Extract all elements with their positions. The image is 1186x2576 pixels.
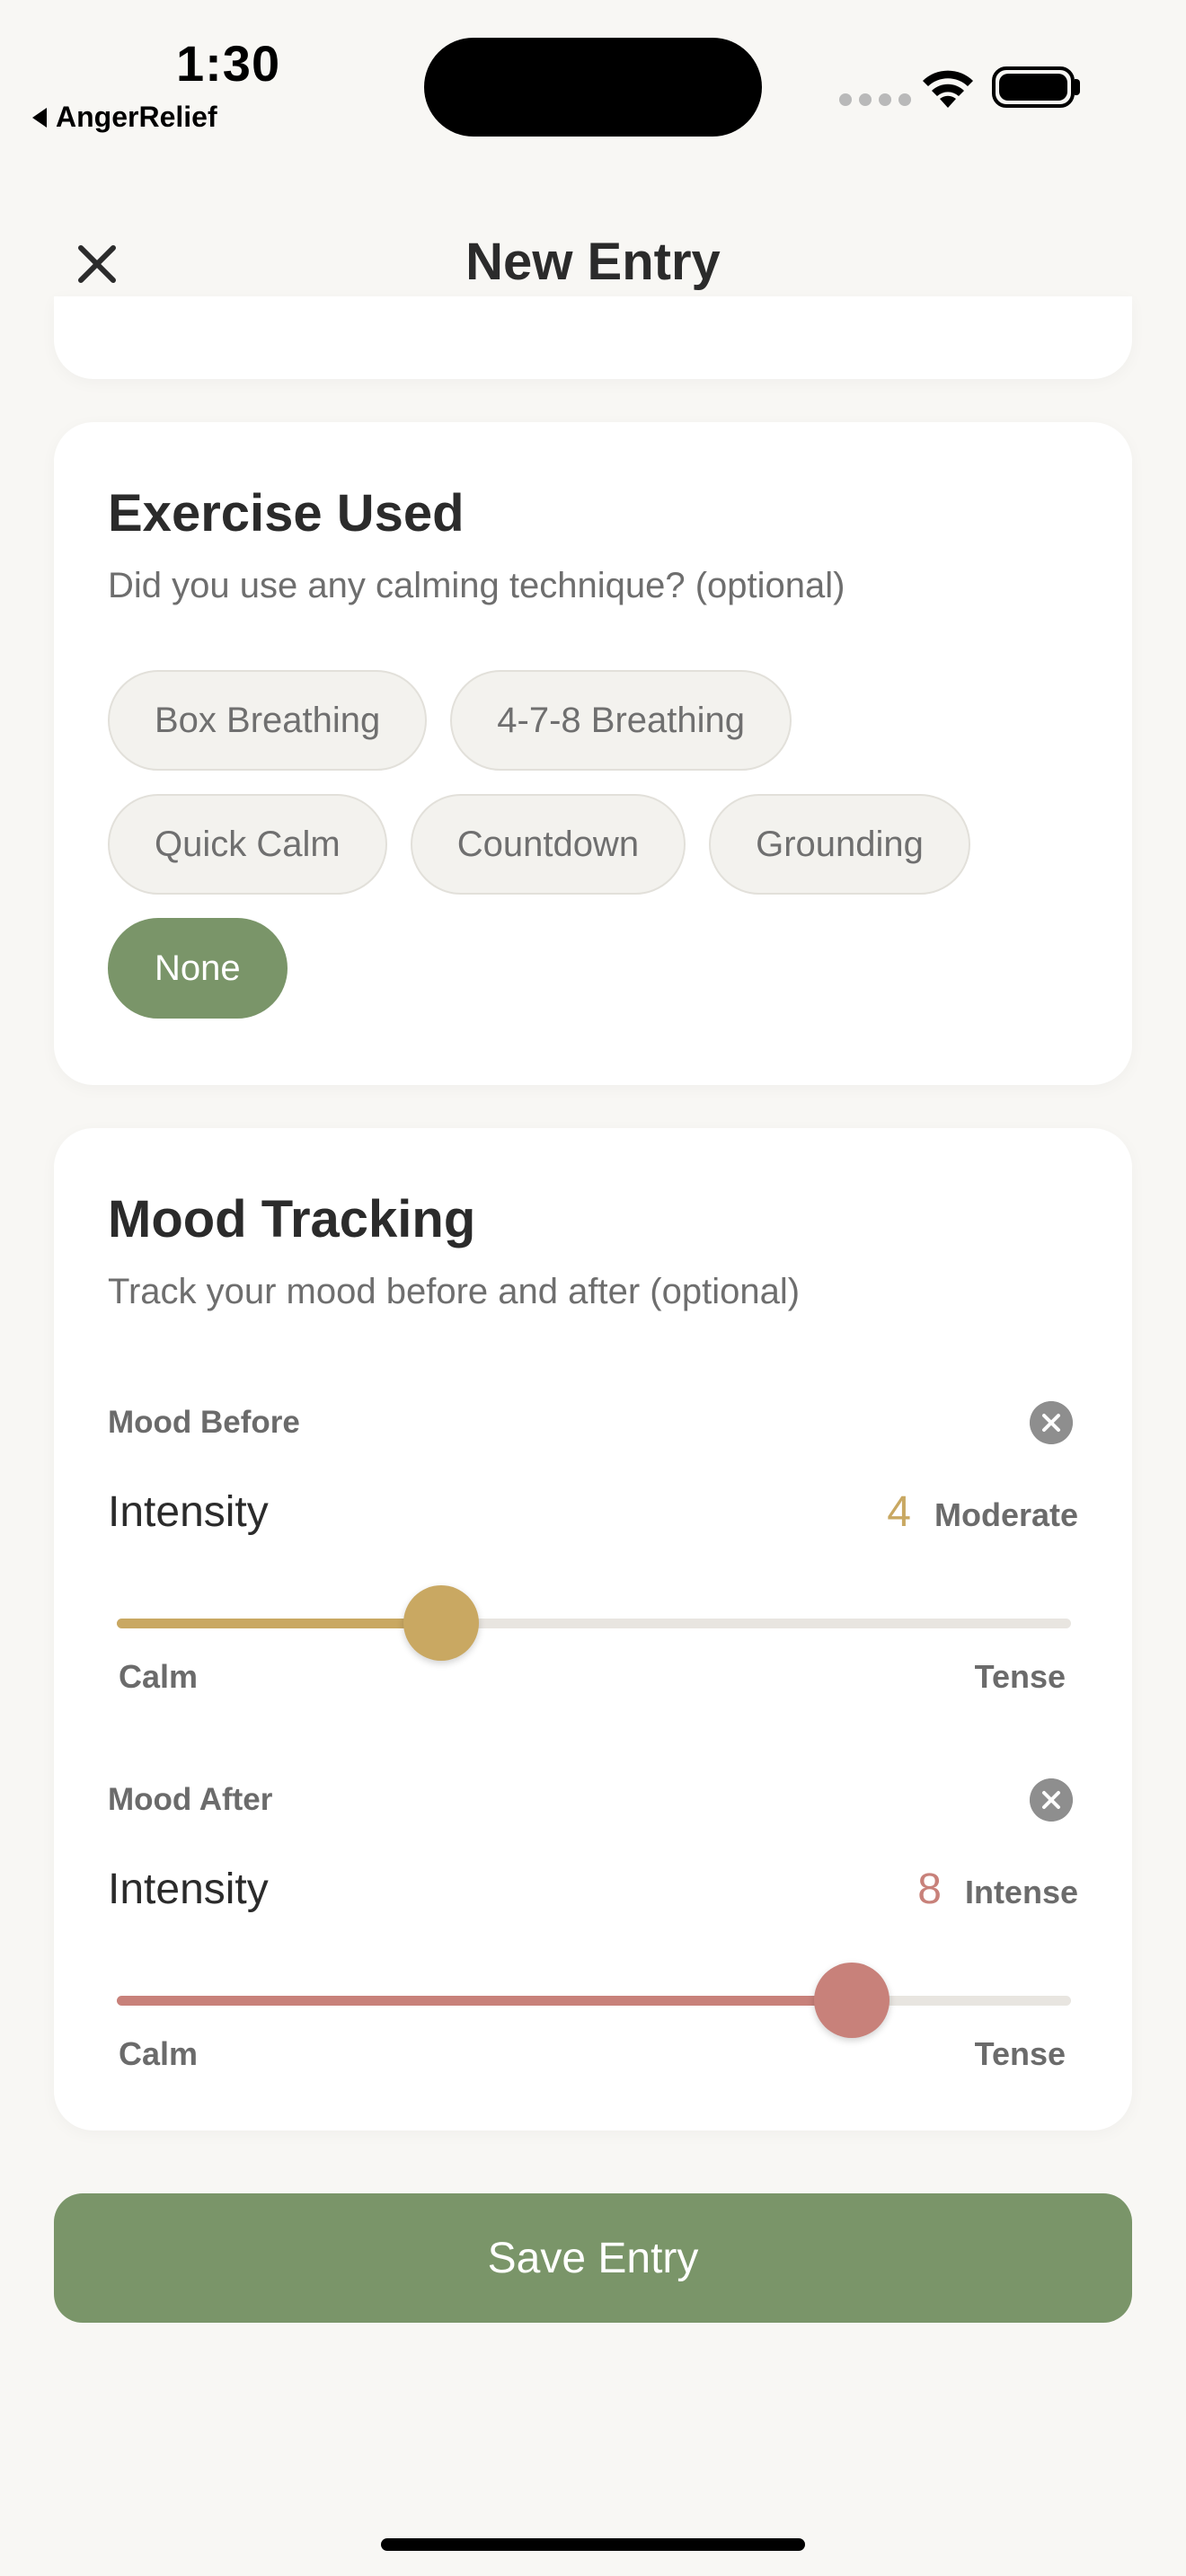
clear-mood-after-icon[interactable] xyxy=(1030,1778,1073,1822)
mood-after-word: Intense xyxy=(964,1874,1078,1910)
chip-quick-calm[interactable]: Quick Calm xyxy=(108,794,387,895)
back-app-label: AngerRelief xyxy=(56,101,217,133)
exercise-subtitle: Did you use any calming technique? (opti… xyxy=(108,566,845,605)
mood-subtitle: Track your mood before and after (option… xyxy=(108,1272,801,1311)
mood-after-label: Mood After xyxy=(108,1782,273,1817)
mood-after-min-label: Calm xyxy=(119,2035,199,2072)
mood-after-max-label: Tense xyxy=(974,2035,1066,2072)
status-time: 1:30 xyxy=(176,35,281,92)
chip-none[interactable]: None xyxy=(108,918,288,1019)
mood-after-slider[interactable] xyxy=(117,1963,1071,2038)
mood-after-number: 8 xyxy=(917,1866,942,1913)
chip-4-7-8-breathing[interactable]: 4-7-8 Breathing xyxy=(450,670,792,771)
page-title: New Entry xyxy=(465,233,721,291)
mood-before-slider-thumb[interactable] xyxy=(403,1585,480,1661)
mood-before-number: 4 xyxy=(887,1488,911,1536)
dynamic-island xyxy=(424,38,762,137)
back-triangle-icon xyxy=(32,107,47,128)
chip-box-breathing[interactable]: Box Breathing xyxy=(108,670,428,771)
exercise-card: Exercise Used Did you use any calming te… xyxy=(54,422,1132,1085)
save-entry-button[interactable]: Save Entry xyxy=(54,2193,1132,2323)
mood-before-min-label: Calm xyxy=(119,1658,199,1695)
battery-icon xyxy=(992,66,1075,108)
mood-after-value: 8 Intense xyxy=(917,1865,1078,1914)
mood-before-label: Mood Before xyxy=(108,1405,300,1440)
chip-countdown[interactable]: Countdown xyxy=(410,794,686,895)
previous-card xyxy=(54,296,1132,379)
wifi-icon xyxy=(923,70,973,108)
mood-before-max-label: Tense xyxy=(974,1658,1066,1695)
mood-after-slider-fill xyxy=(117,1996,852,2006)
mood-before-intensity-label: Intensity xyxy=(108,1488,269,1536)
mood-before-slider-fill xyxy=(117,1619,442,1628)
exercise-title: Exercise Used xyxy=(108,484,465,543)
mood-card: Mood Tracking Track your mood before and… xyxy=(54,1128,1132,2130)
mood-before-slider[interactable] xyxy=(117,1585,1071,1661)
clear-mood-before-icon[interactable] xyxy=(1030,1401,1073,1444)
mood-before-word: Moderate xyxy=(934,1496,1078,1533)
home-indicator xyxy=(381,2538,805,2551)
cellular-signal-icon xyxy=(839,93,911,106)
mood-after-intensity-label: Intensity xyxy=(108,1866,269,1913)
chip-grounding[interactable]: Grounding xyxy=(709,794,970,895)
mood-title: Mood Tracking xyxy=(108,1190,476,1248)
mood-after-slider-thumb[interactable] xyxy=(813,1963,890,2038)
back-to-app-link[interactable]: AngerRelief xyxy=(32,101,217,134)
battery-nub xyxy=(1075,79,1080,95)
mood-before-value: 4 Moderate xyxy=(887,1487,1078,1537)
